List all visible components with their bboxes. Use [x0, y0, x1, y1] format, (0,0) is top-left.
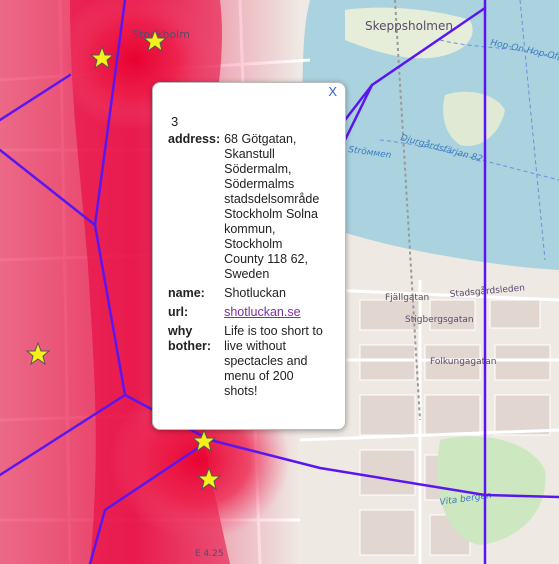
label-folkungagatan: Folkungagatan: [430, 357, 496, 367]
name-key: name:: [168, 286, 205, 300]
info-popup: X 3 address: 68 Götgatan, Skanstull Söde…: [152, 82, 346, 430]
label-skeppsholmen: Skeppsholmen: [365, 19, 453, 33]
why-key: why bother:: [168, 324, 212, 353]
address-value: 68 Götgatan, Skanstull Södermalm, Söderm…: [224, 132, 320, 281]
name-value: Shotluckan: [224, 286, 286, 300]
label-e4: E 4.25: [195, 549, 224, 559]
detail-row-url: url: shotluckan.se: [168, 305, 324, 324]
why-value: Life is too short to live without specta…: [224, 324, 323, 398]
url-key: url:: [168, 305, 189, 319]
detail-row-address: address: 68 Götgatan, Skanstull Södermal…: [168, 132, 324, 286]
label-fjallgatan: Fjällgatan: [385, 293, 429, 303]
popup-number: 3: [171, 114, 179, 129]
popup-details: address: 68 Götgatan, Skanstull Södermal…: [168, 132, 324, 403]
url-link[interactable]: shotluckan.se: [224, 305, 300, 319]
close-button[interactable]: X: [328, 84, 337, 99]
detail-row-why: why bother: Life is too short to live wi…: [168, 324, 324, 403]
label-stigbergsgatan: Stigbergsgatan: [405, 315, 474, 325]
address-key: address:: [168, 132, 221, 146]
detail-row-name: name: Shotluckan: [168, 286, 324, 305]
